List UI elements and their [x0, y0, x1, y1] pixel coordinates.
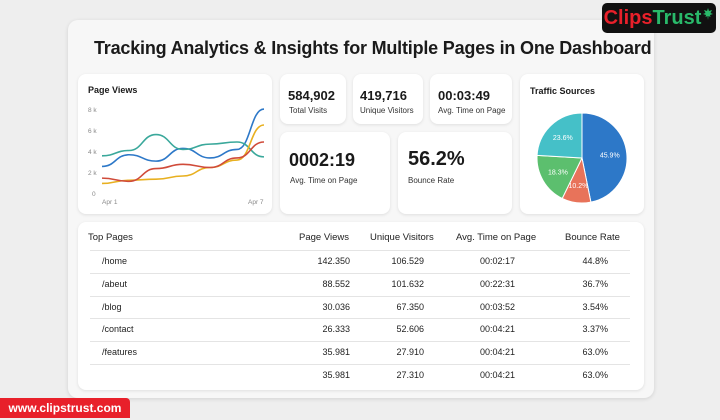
- table-cell: 27.910: [396, 347, 424, 358]
- table-cell: 00:02:17: [479, 256, 515, 266]
- bounce-rate-value: 56.2%: [408, 148, 465, 170]
- table-cell: 26.333: [322, 324, 350, 335]
- avg-time-value-small: 00:03:49: [438, 88, 491, 103]
- table-cell: 63.0%: [582, 347, 608, 358]
- traffic-sources-card: Traffic Sources 45.9% 10.2% 18.3% 23.6%: [520, 74, 644, 214]
- page-title: Tracking Analytics & Insights for Multip…: [94, 38, 652, 58]
- table-cell: 00:04:21: [479, 370, 515, 380]
- table-row-page-path[interactable]: /blog: [102, 302, 122, 312]
- pie-slice-label: 10.2%: [569, 183, 589, 190]
- table-cell: 36.7%: [582, 278, 608, 289]
- table-cell: 52.606: [396, 324, 424, 335]
- table-row-divider: [90, 272, 630, 274]
- unique-visitors-label: Unique Visitors: [360, 106, 414, 115]
- avg-time-value-large: 0002:19: [289, 150, 356, 170]
- table-cell: 88.552: [322, 278, 350, 289]
- column-header-avg-time: Avg. Time on Page: [456, 232, 537, 243]
- pie-slice-label: 23.6%: [553, 135, 573, 142]
- y-tick-label: 4 k: [88, 149, 97, 156]
- table-cell: 142.350: [317, 256, 350, 266]
- column-header-unique-visitors: Unique Visitors: [370, 232, 434, 243]
- table-cell: 00:22:31: [479, 278, 515, 289]
- bounce-rate-card: 56.2% Bounce Rate: [398, 132, 512, 214]
- pie-slice-label: 45.9%: [600, 153, 620, 160]
- avg-time-label-small: Avg. Time on Page: [438, 106, 506, 115]
- table-cell: 63.0%: [582, 370, 608, 380]
- table-row-divider: [90, 295, 630, 297]
- column-header-page-views: Page Views: [299, 232, 349, 243]
- series-line-2: [101, 133, 265, 158]
- avg-time-card-small: 00:03:49 Avg. Time on Page: [430, 74, 512, 124]
- y-tick-label: 0: [92, 191, 96, 198]
- x-tick-label: Apr 7: [248, 199, 264, 206]
- y-tick-label: 8 k: [88, 107, 97, 114]
- table-row-page-path[interactable]: /features: [102, 347, 137, 357]
- traffic-sources-pie-chart: 45.9% 10.2%18.3% 23.6%: [536, 112, 628, 204]
- table-row-divider: [90, 364, 630, 365]
- avg-time-card-large: 0002:19 Avg. Time on Page: [280, 132, 390, 214]
- table-cell: 44.8%: [582, 256, 608, 266]
- table-cell: 101.632: [391, 278, 424, 289]
- table-cell: 27.310: [396, 370, 424, 380]
- y-tick-label: 6 k: [88, 128, 97, 135]
- table-cell: 106.529: [391, 256, 424, 266]
- pie-slice-label: 18.3%: [548, 170, 568, 177]
- website-url: www.clipstrust.com: [0, 398, 130, 418]
- table-row-divider: [90, 341, 630, 343]
- table-row-page-path[interactable]: /home: [102, 256, 127, 266]
- table-cell: 00:04:21: [479, 347, 515, 358]
- table-cell: 3.37%: [582, 324, 608, 335]
- table-cell: 00:03:52: [479, 301, 515, 312]
- total-visits-label: Total Visits: [289, 106, 328, 115]
- y-tick-label: 2 k: [88, 170, 97, 177]
- total-visits-card: 584,902 Total Visits: [280, 74, 346, 124]
- total-visits-value: 584,902: [288, 88, 335, 103]
- page-views-card: Page Views 8 k 6 k 4 k 2 k 0 Apr 1 Apr 7: [78, 74, 272, 214]
- table-cell: 00:04:21: [479, 324, 515, 335]
- column-header-bounce-rate: Bounce Rate: [565, 232, 620, 243]
- maple-leaf-icon: [703, 8, 714, 20]
- unique-visitors-value: 419,716: [360, 88, 407, 103]
- avg-time-label-large: Avg. Time on Page: [290, 176, 358, 185]
- series-group: [101, 108, 265, 185]
- brand-name-part2: Trust: [652, 6, 702, 29]
- brand-name-part1: Clips: [603, 6, 653, 29]
- table-cell: 3.54%: [582, 301, 608, 312]
- column-header-page: Top Pages: [88, 232, 133, 243]
- table-row-page-path[interactable]: /abeut: [102, 279, 127, 289]
- page-views-line-chart: 8 k 6 k 4 k 2 k 0 Apr 1 Apr 7: [88, 107, 265, 206]
- table-cell: 30.036: [322, 301, 350, 312]
- table-cell: 35.981: [322, 347, 350, 358]
- table-row-page-path[interactable]: /contact: [102, 324, 134, 334]
- x-tick-label: Apr 1: [102, 199, 118, 206]
- brand-logo: Clips Trust: [602, 3, 716, 33]
- bounce-rate-label: Bounce Rate: [408, 176, 455, 185]
- table-cell: 35.981: [322, 370, 350, 380]
- table-row-divider: [90, 250, 630, 251]
- table-cell: 67.350: [396, 301, 424, 312]
- unique-visitors-card: 419,716 Unique Visitors: [353, 74, 423, 124]
- table-row-divider: [90, 318, 630, 320]
